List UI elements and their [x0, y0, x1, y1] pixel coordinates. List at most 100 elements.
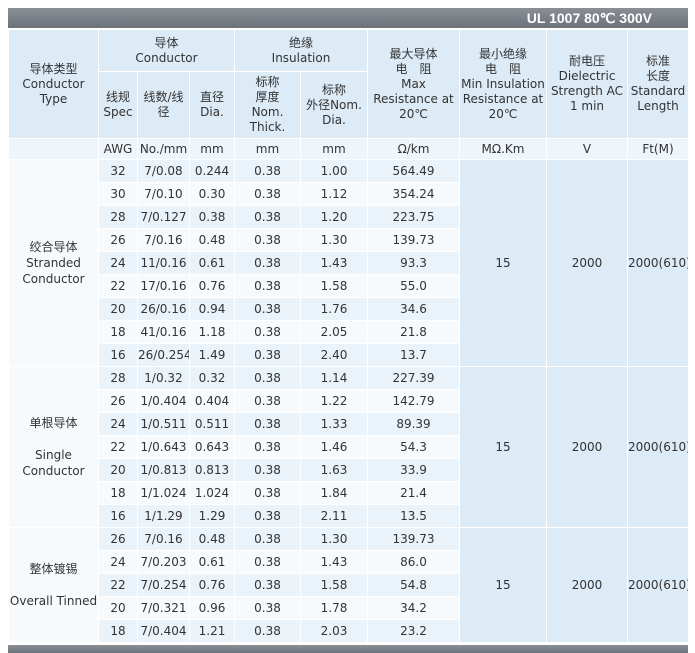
header-min-insulation-line: 20℃: [488, 106, 518, 121]
header-spec-line: 线规: [105, 90, 130, 104]
thickness-cell: 0.38: [234, 527, 301, 551]
outer-diameter-cell: 2.11: [300, 504, 368, 528]
outer-diameter-cell: 1.30: [300, 228, 368, 252]
header-outer-diameter: 标称 外径Nom. Dia.: [300, 71, 368, 139]
thickness-cell: 0.38: [234, 251, 301, 275]
header-thickness: 标称 厚度 Nom. Thick.: [234, 71, 301, 139]
conductor-type-cell: 单根导体 Single Conductor: [8, 366, 99, 528]
strand-cell: 7/0.404: [137, 619, 190, 643]
spec-awg-cell: 28: [98, 366, 138, 390]
header-dielectric-line: Dielectric: [558, 69, 616, 83]
outer-diameter-cell: 1.46: [300, 435, 368, 459]
header-thickness-line: 标称: [255, 75, 280, 89]
table-title: UL 1007 80℃ 300V: [526, 10, 652, 26]
spec-table: 导体类型 Conductor Type 导体 Conductor 绝缘 Insu…: [8, 29, 689, 643]
max-resistance-cell: 21.4: [367, 481, 460, 505]
diameter-cell: 1.024: [189, 481, 235, 505]
strand-cell: 1/0.813: [137, 458, 190, 482]
unit-diameter: mm: [189, 138, 235, 160]
header-spec: 线规 Spec: [98, 71, 138, 139]
thickness-cell: 0.38: [234, 182, 301, 206]
spec-awg-cell: 16: [98, 504, 138, 528]
header-dielectric-line: 耐电压: [568, 54, 605, 68]
strand-cell: 41/0.16: [137, 320, 190, 344]
header-standard-length: 标准 长度 Standard Length: [627, 29, 689, 139]
header-diameter-line: 直径: [199, 90, 224, 104]
diameter-cell: 0.48: [189, 527, 235, 551]
header-insulation-group-line: 绝缘: [288, 35, 313, 50]
header-conductor-type-line: Type: [39, 91, 68, 106]
header-standard-length-line: Length: [637, 99, 679, 113]
outer-diameter-cell: 1.14: [300, 366, 368, 390]
header-conductor-group-line: Conductor: [135, 50, 198, 65]
spec-awg-cell: 32: [98, 159, 138, 183]
outer-diameter-cell: 1.84: [300, 481, 368, 505]
conductor-type-line: [10, 431, 98, 447]
max-resistance-cell: 13.7: [367, 343, 460, 367]
spec-awg-cell: 22: [98, 435, 138, 459]
outer-diameter-cell: 2.05: [300, 320, 368, 344]
max-resistance-cell: 223.75: [367, 205, 460, 229]
header-dielectric-line: 1 min: [569, 99, 605, 113]
outer-diameter-cell: 1.63: [300, 458, 368, 482]
dielectric-cell: 2000: [546, 159, 628, 367]
diameter-cell: 0.643: [189, 435, 235, 459]
strand-cell: 17/0.16: [137, 274, 190, 298]
conductor-type-cell: 绞合导体 Stranded Conductor: [8, 159, 99, 367]
table-bottom-bar: [8, 645, 688, 653]
header-thickness-line: Nom.: [251, 105, 284, 119]
max-resistance-cell: 86.0: [367, 550, 460, 574]
strand-cell: 7/0.16: [137, 527, 190, 551]
diameter-cell: 0.404: [189, 389, 235, 413]
outer-diameter-cell: 1.76: [300, 297, 368, 321]
header-standard-length-line: Standard: [630, 84, 686, 98]
outer-diameter-cell: 2.40: [300, 343, 368, 367]
thickness-cell: 0.38: [234, 435, 301, 459]
max-resistance-cell: 139.73: [367, 527, 460, 551]
diameter-cell: 0.96: [189, 596, 235, 620]
table-title-bar: UL 1007 80℃ 300V: [8, 8, 688, 28]
outer-diameter-cell: 1.33: [300, 412, 368, 436]
unit-strand: No./mm: [137, 138, 190, 160]
max-resistance-cell: 55.0: [367, 274, 460, 298]
header-dielectric-line: Strength AC: [550, 84, 624, 98]
thickness-cell: 0.38: [234, 205, 301, 229]
table-row: 整体镀锡 Overall Tinned 26 7/0.16 0.48 0.38 1.30 13…: [8, 527, 689, 643]
diameter-cell: 0.61: [189, 550, 235, 574]
header-strand: 线数/线 径: [137, 71, 190, 139]
spec-awg-cell: 26: [98, 527, 138, 551]
thickness-cell: 0.38: [234, 274, 301, 298]
header-outer-diameter-line: 标称: [321, 82, 346, 97]
thickness-cell: 0.38: [234, 228, 301, 252]
header-min-insulation-line: Resistance at: [462, 91, 544, 106]
max-resistance-cell: 139.73: [367, 228, 460, 252]
outer-diameter-cell: 1.22: [300, 389, 368, 413]
spec-awg-cell: 22: [98, 274, 138, 298]
spec-awg-cell: 22: [98, 573, 138, 597]
header-standard-length-line: 长度: [645, 69, 670, 83]
thickness-cell: 0.38: [234, 573, 301, 597]
spec-sheet: UL 1007 80℃ 300V 导体类型 Conductor Type 导体 …: [0, 0, 695, 653]
spec-awg-cell: 24: [98, 412, 138, 436]
conductor-type-line: 绞合导体: [29, 240, 78, 254]
header-max-resistance: 最大导体 电 阻 Max Resistance at 20℃: [367, 29, 460, 139]
strand-cell: 7/0.203: [137, 550, 190, 574]
table-row: 绞合导体 Stranded Conductor 32 7/0.08 0.244 0.38 1.…: [8, 159, 689, 367]
spec-awg-cell: 20: [98, 297, 138, 321]
outer-diameter-cell: 1.30: [300, 527, 368, 551]
strand-cell: 7/0.127: [137, 205, 190, 229]
spec-awg-cell: 20: [98, 458, 138, 482]
strand-cell: 1/1.024: [137, 481, 190, 505]
unit-voltage: V: [546, 138, 628, 160]
header-min-insulation: 最小绝缘 电 阻 Min Insulation Resistance at 20…: [459, 29, 547, 139]
table-row: 单根导体 Single Conductor 28 1/0.32 0.32 0.38 1.14 2…: [8, 366, 689, 528]
header-max-resistance-line: 20℃: [399, 106, 428, 121]
header-outer-diameter-line: Dia.: [322, 112, 346, 127]
spec-awg-cell: 16: [98, 343, 138, 367]
header-conductor-type-line: Conductor: [22, 76, 85, 91]
header-insulation-group: 绝缘 Insulation: [234, 29, 368, 72]
conductor-type-line: 单根导体: [29, 416, 78, 430]
strand-cell: 7/0.321: [137, 596, 190, 620]
thickness-cell: 0.38: [234, 619, 301, 643]
strand-cell: 1/0.643: [137, 435, 190, 459]
